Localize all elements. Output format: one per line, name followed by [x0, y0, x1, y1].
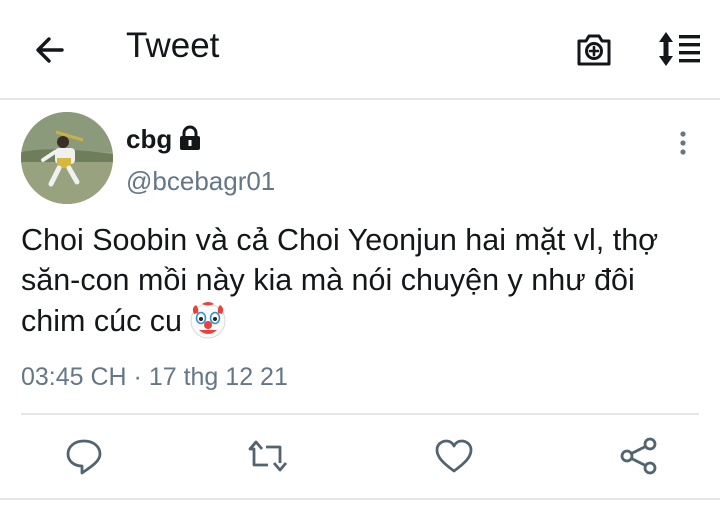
tweet-text: Choi Soobin và cả Choi Yeonjun hai mặt v… — [21, 220, 701, 341]
camera-icon[interactable] — [574, 30, 614, 70]
reply-icon[interactable] — [63, 435, 105, 477]
avatar[interactable] — [21, 112, 113, 204]
sort-icon[interactable] — [655, 29, 701, 69]
page-title: Tweet — [126, 26, 220, 65]
tweet-timestamp: 03:45 CH · 17 thg 12 21 — [21, 363, 288, 391]
more-options-icon[interactable] — [675, 128, 691, 158]
back-arrow-icon[interactable] — [30, 30, 70, 70]
divider — [21, 413, 699, 415]
clown-face-icon — [190, 302, 226, 339]
user-handle[interactable]: @bcebagr01 — [126, 166, 275, 197]
display-name[interactable]: cbg — [126, 124, 172, 155]
like-heart-icon[interactable] — [433, 435, 475, 477]
retweet-icon[interactable] — [246, 435, 288, 477]
tweet-text-content: Choi Soobin và cả Choi Yeonjun hai mặt v… — [21, 223, 659, 338]
top-app-bar: Tweet — [0, 0, 720, 100]
avatar-image — [21, 112, 113, 204]
divider — [0, 498, 720, 500]
lock-icon — [180, 125, 200, 150]
share-icon[interactable] — [618, 435, 660, 477]
